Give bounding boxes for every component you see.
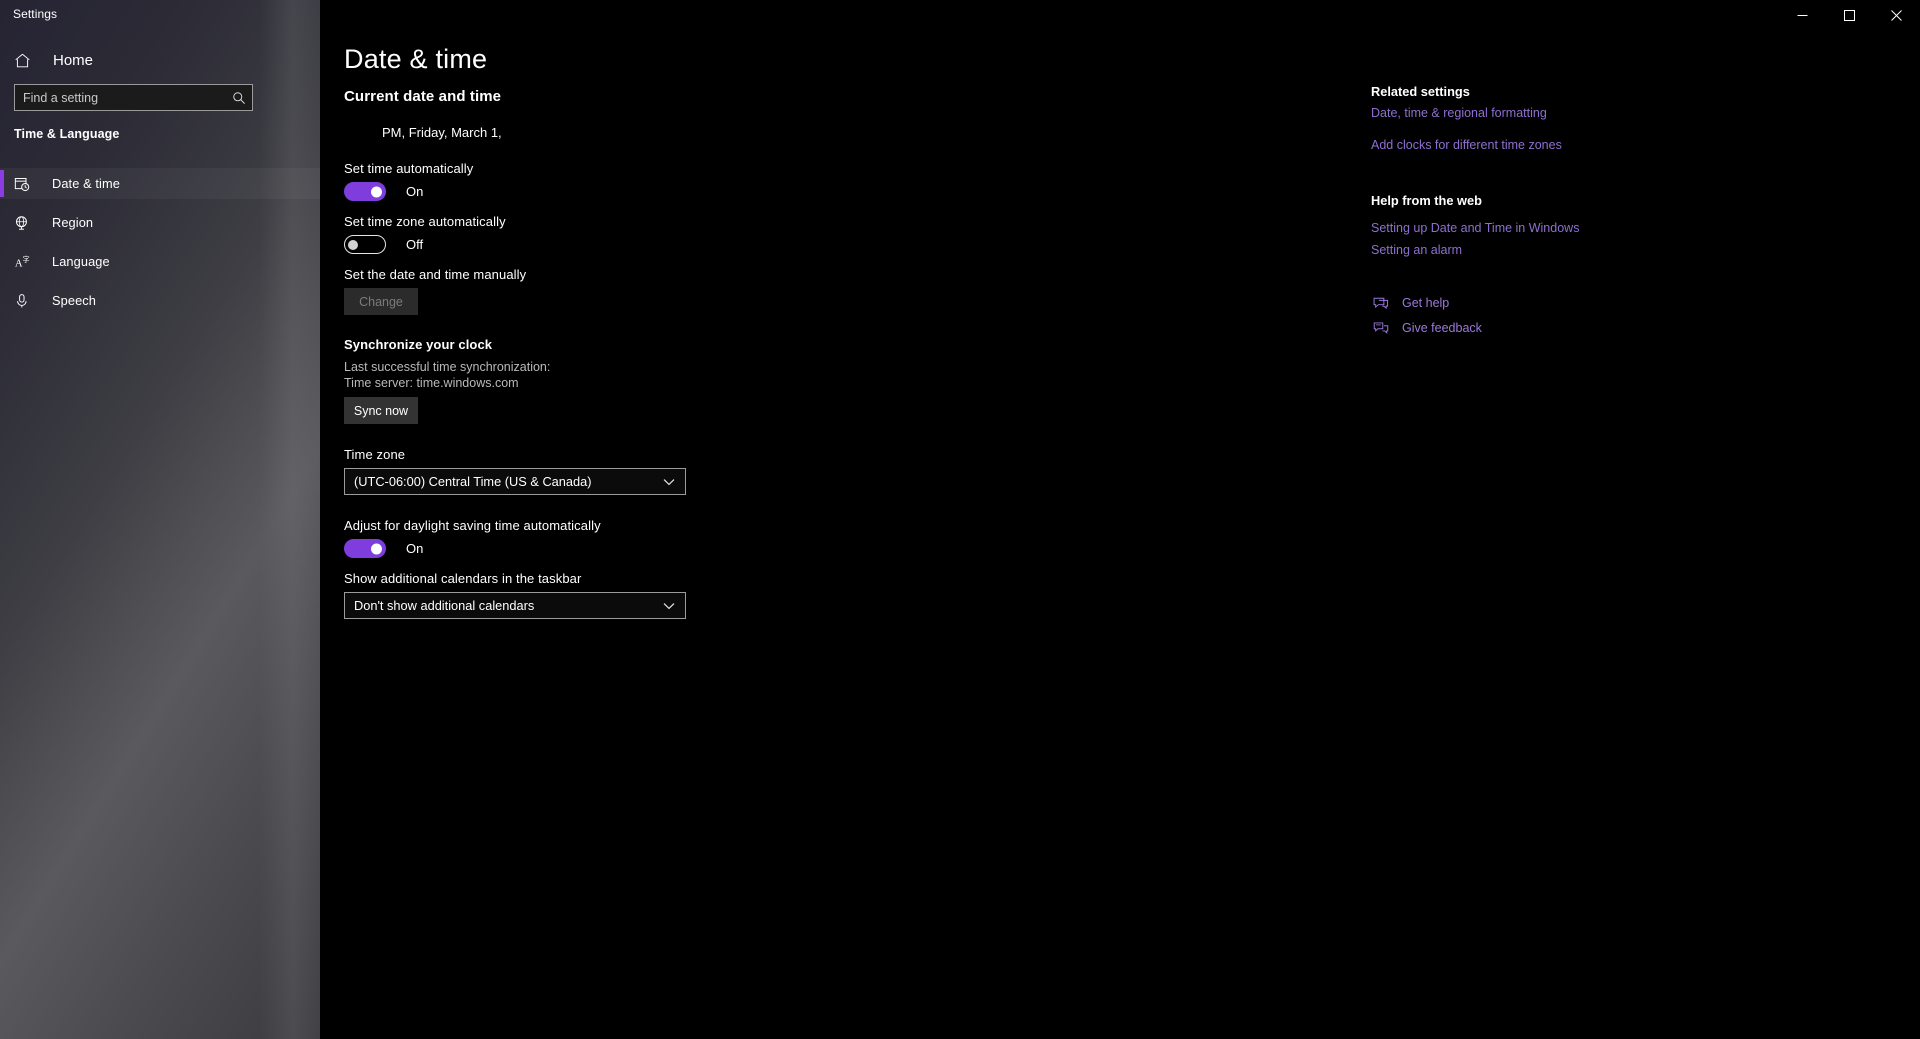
additional-calendars-dropdown[interactable]: Don't show additional calendars: [344, 592, 686, 619]
set-timezone-automatically-toggle[interactable]: Off: [344, 235, 423, 254]
time-server-text: Time server: time.windows.com: [344, 376, 519, 390]
give-feedback-action[interactable]: Give feedback: [1371, 321, 1482, 335]
toggle-state-label: On: [406, 184, 424, 199]
set-date-time-manually-label: Set the date and time manually: [344, 267, 527, 282]
synchronize-heading: Synchronize your clock: [344, 337, 493, 352]
sidebar-item-speech[interactable]: Speech: [0, 285, 320, 316]
help-from-web-heading: Help from the web: [1371, 193, 1482, 208]
window-title: Settings: [13, 7, 58, 21]
help-link-setting-alarm[interactable]: Setting an alarm: [1371, 243, 1462, 257]
main-content: Date & time Current date and time PM, Fr…: [320, 0, 1920, 1039]
related-settings-heading: Related settings: [1371, 84, 1470, 99]
sidebar-item-label: Date & time: [52, 176, 120, 191]
chevron-down-icon[interactable]: [659, 602, 679, 610]
feedback-icon: [1371, 321, 1391, 335]
page-title: Date & time: [344, 44, 488, 74]
set-time-automatically-label: Set time automatically: [344, 161, 474, 176]
set-time-automatically-toggle[interactable]: On: [344, 182, 423, 201]
toggle-switch[interactable]: [344, 235, 386, 254]
set-timezone-automatically-label: Set time zone automatically: [344, 214, 506, 229]
toggle-state-label: On: [406, 541, 424, 556]
svg-text:字: 字: [22, 255, 29, 264]
sidebar-item-language[interactable]: A 字 Language: [0, 246, 320, 277]
time-zone-label: Time zone: [344, 447, 406, 462]
caption-button-group: [1779, 0, 1920, 30]
additional-calendars-label: Show additional calendars in the taskbar: [344, 571, 582, 586]
toggle-switch[interactable]: [344, 182, 386, 201]
help-chat-icon: [1371, 296, 1391, 310]
sidebar-group-title: Time & Language: [14, 127, 120, 141]
daylight-saving-toggle[interactable]: On: [344, 539, 423, 558]
minimize-button[interactable]: [1779, 0, 1826, 30]
give-feedback-label: Give feedback: [1402, 321, 1482, 335]
sidebar-home-label: Home: [53, 51, 94, 69]
sidebar-item-label: Region: [52, 215, 94, 230]
change-button[interactable]: Change: [344, 288, 418, 315]
toggle-switch[interactable]: [344, 539, 386, 558]
time-zone-dropdown[interactable]: (UTC-06:00) Central Time (US & Canada): [344, 468, 686, 495]
sidebar-item-home[interactable]: Home: [0, 45, 320, 75]
search-icon[interactable]: [226, 91, 252, 105]
related-settings-rail: Related settings Date, time & regional f…: [1350, 0, 1910, 1039]
search-input[interactable]: [15, 90, 226, 105]
microphone-icon: [14, 293, 34, 309]
chevron-down-icon[interactable]: [659, 478, 679, 486]
sync-now-button[interactable]: Sync now: [344, 397, 418, 424]
toggle-knob: [348, 239, 358, 250]
help-link-setting-up-date-time[interactable]: Setting up Date and Time in Windows: [1371, 221, 1579, 235]
sidebar-item-label: Language: [52, 254, 110, 269]
daylight-saving-label: Adjust for daylight saving time automati…: [344, 518, 601, 533]
home-icon: [14, 52, 36, 69]
title-bar: Settings: [0, 0, 1920, 30]
related-link-regional-formatting[interactable]: Date, time & regional formatting: [1371, 106, 1547, 120]
settings-window: Settings Home Find a setting Time & Lang…: [0, 0, 1920, 1039]
get-help-action[interactable]: Get help: [1371, 296, 1449, 310]
last-sync-text: Last successful time synchronization:: [344, 360, 551, 374]
sidebar-item-date-time[interactable]: Date & time: [0, 168, 320, 199]
sidebar: Home Time & Language: [0, 0, 320, 1039]
language-icon: A 字: [14, 254, 34, 270]
related-link-add-clocks[interactable]: Add clocks for different time zones: [1371, 138, 1562, 152]
toggle-knob: [371, 186, 382, 197]
globe-icon: [14, 215, 34, 231]
toggle-state-label: Off: [406, 237, 424, 252]
calendar-clock-icon: [14, 176, 34, 192]
sidebar-item-label: Speech: [52, 293, 97, 308]
toggle-knob: [371, 543, 382, 554]
current-datetime-value: PM, Friday, March 1,: [382, 125, 502, 140]
time-zone-value: (UTC-06:00) Central Time (US & Canada): [354, 474, 592, 489]
sidebar-nav: Date & time Region A 字 Language Speech: [0, 168, 320, 324]
current-datetime-heading: Current date and time: [344, 88, 502, 105]
sidebar-item-region[interactable]: Region: [0, 207, 320, 238]
search-box[interactable]: [14, 84, 253, 111]
additional-calendars-value: Don't show additional calendars: [354, 598, 535, 613]
get-help-label: Get help: [1402, 296, 1450, 310]
close-button[interactable]: [1873, 0, 1920, 30]
maximize-button[interactable]: [1826, 0, 1873, 30]
